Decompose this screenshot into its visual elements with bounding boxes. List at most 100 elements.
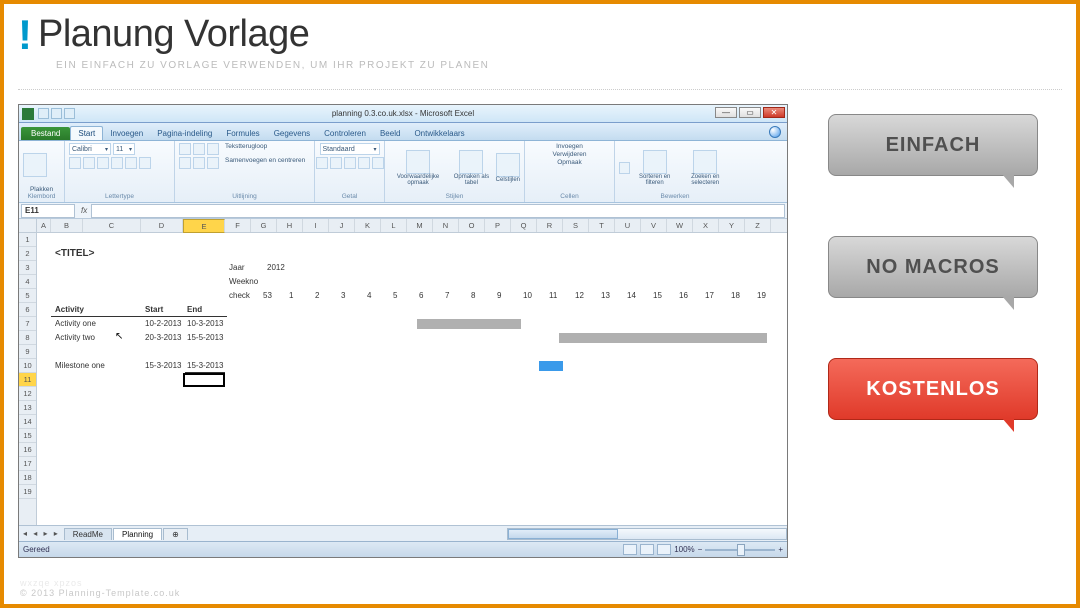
cell-wk[interactable]: 19 — [755, 289, 768, 303]
col-U[interactable]: U — [615, 219, 641, 232]
fx-icon[interactable]: fx — [77, 206, 91, 215]
zoom-slider[interactable] — [705, 549, 775, 551]
dec-inc-icon[interactable] — [358, 157, 370, 169]
select-all-corner[interactable] — [19, 219, 37, 233]
zoom-out-button[interactable]: − — [698, 545, 703, 554]
cell-wk[interactable]: 7 — [443, 289, 451, 303]
zoom-in-button[interactable]: + — [778, 545, 783, 554]
cell-milestone1[interactable]: Milestone one — [53, 359, 107, 373]
italic-icon[interactable] — [83, 157, 95, 169]
col-Z[interactable]: Z — [745, 219, 771, 232]
qat-save-icon[interactable] — [38, 108, 49, 119]
sheet-tab-planning[interactable]: Planning — [113, 528, 162, 540]
align-top-icon[interactable] — [179, 143, 191, 155]
cell-wk[interactable]: 18 — [729, 289, 742, 303]
col-W[interactable]: W — [667, 219, 693, 232]
currency-icon[interactable] — [316, 157, 328, 169]
cell-jaar-value[interactable]: 2012 — [265, 261, 287, 275]
cell-wk[interactable]: 14 — [625, 289, 638, 303]
font-size-select[interactable]: 11 — [113, 143, 135, 155]
view-normal-icon[interactable] — [623, 544, 637, 555]
excel-titlebar[interactable]: planning 0.3.co.uk.xlsx - Microsoft Exce… — [19, 105, 787, 123]
paste-icon[interactable] — [23, 153, 47, 177]
merge-button[interactable]: Samenvoegen en centreren — [225, 157, 305, 169]
underline-icon[interactable] — [97, 157, 109, 169]
col-A[interactable]: A — [37, 219, 51, 232]
cell-wk[interactable]: 15 — [651, 289, 664, 303]
cell-wk[interactable]: 3 — [339, 289, 347, 303]
col-C[interactable]: C — [83, 219, 141, 232]
col-Y[interactable]: Y — [719, 219, 745, 232]
formula-input[interactable] — [91, 204, 785, 218]
cell-activity2-end[interactable]: 15-5-2013 — [185, 331, 225, 345]
sheet-tab-readme[interactable]: ReadMe — [64, 528, 112, 540]
col-Q[interactable]: Q — [511, 219, 537, 232]
border-icon[interactable] — [111, 157, 123, 169]
file-tab[interactable]: Bestand — [21, 127, 70, 140]
sheet-nav-buttons[interactable]: ◂ ◂ ▸ ▸ — [19, 529, 64, 538]
column-headers[interactable]: A B C D E F G H I J K L M N O — [37, 219, 787, 233]
col-J[interactable]: J — [329, 219, 355, 232]
cell-wk[interactable]: 53 — [261, 289, 274, 303]
col-I[interactable]: I — [303, 219, 329, 232]
col-S[interactable]: S — [563, 219, 589, 232]
autosum-icon[interactable] — [619, 162, 630, 174]
sort-filter-icon[interactable] — [643, 150, 667, 174]
sheet-tab-new[interactable]: ⊕ — [163, 528, 188, 540]
cell-activity2[interactable]: Activity two — [53, 331, 97, 345]
view-layout-icon[interactable] — [640, 544, 654, 555]
cell-styles-icon[interactable] — [496, 153, 520, 177]
einfach-button[interactable]: EINFACH — [828, 114, 1038, 176]
view-break-icon[interactable] — [657, 544, 671, 555]
dec-dec-icon[interactable] — [372, 157, 384, 169]
align-mid-icon[interactable] — [193, 143, 205, 155]
cell-activity1-end[interactable]: 10-3-2013 — [185, 317, 225, 331]
cell-check-label[interactable]: check — [227, 289, 252, 303]
cell-wk[interactable]: 17 — [703, 289, 716, 303]
insert-cells-button[interactable]: Invoegen — [556, 143, 583, 150]
cell-activity1-start[interactable]: 10-2-2013 — [143, 317, 183, 331]
cell-milestone1-start[interactable]: 15-3-2013 — [143, 359, 183, 373]
cell-wk[interactable]: 4 — [365, 289, 373, 303]
col-V[interactable]: V — [641, 219, 667, 232]
kostenlos-button[interactable]: KOSTENLOS — [828, 358, 1038, 420]
cell-wk[interactable]: 11 — [547, 289, 559, 303]
tab-insert[interactable]: Invoegen — [103, 127, 150, 140]
col-M[interactable]: M — [407, 219, 433, 232]
tab-view[interactable]: Beeld — [373, 127, 407, 140]
no-macros-button[interactable]: NO MACROS — [828, 236, 1038, 298]
delete-cells-button[interactable]: Verwijderen — [553, 151, 587, 158]
cell-wk[interactable]: 10 — [521, 289, 534, 303]
cell-wk[interactable]: 9 — [495, 289, 503, 303]
col-G[interactable]: G — [251, 219, 277, 232]
align-center-icon[interactable] — [193, 157, 205, 169]
qat-undo-icon[interactable] — [51, 108, 62, 119]
help-icon[interactable] — [769, 126, 781, 138]
tab-review[interactable]: Controleren — [317, 127, 373, 140]
format-cells-button[interactable]: Opmaak — [557, 159, 582, 166]
grid[interactable]: <TITEL> Jaar 2012 Weekno Activity Start … — [37, 233, 787, 525]
font-color-icon[interactable] — [139, 157, 151, 169]
find-select-icon[interactable] — [693, 150, 717, 174]
horizontal-scrollbar[interactable] — [507, 528, 787, 540]
col-H[interactable]: H — [277, 219, 303, 232]
number-format-select[interactable]: Standaard — [320, 143, 380, 155]
cell-activity1[interactable]: Activity one — [53, 317, 98, 331]
percent-icon[interactable] — [330, 157, 342, 169]
maximize-button[interactable]: ▭ — [739, 107, 761, 118]
tab-formulas[interactable]: Formules — [219, 127, 266, 140]
cond-format-icon[interactable] — [406, 150, 430, 174]
cell-wk[interactable]: 16 — [677, 289, 690, 303]
cell-wk[interactable]: 2 — [313, 289, 321, 303]
tab-start[interactable]: Start — [70, 126, 103, 140]
font-name-select[interactable]: Calibri — [69, 143, 111, 155]
cell-start-header[interactable]: Start — [143, 303, 165, 317]
col-K[interactable]: K — [355, 219, 381, 232]
tab-page-layout[interactable]: Pagina-indeling — [150, 127, 219, 140]
col-O[interactable]: O — [459, 219, 485, 232]
cell-wk[interactable]: 5 — [391, 289, 399, 303]
cell-wk[interactable]: 8 — [469, 289, 477, 303]
name-box[interactable]: E11 — [21, 204, 75, 218]
bold-icon[interactable] — [69, 157, 81, 169]
cell-weekno-label[interactable]: Weekno — [227, 275, 260, 289]
